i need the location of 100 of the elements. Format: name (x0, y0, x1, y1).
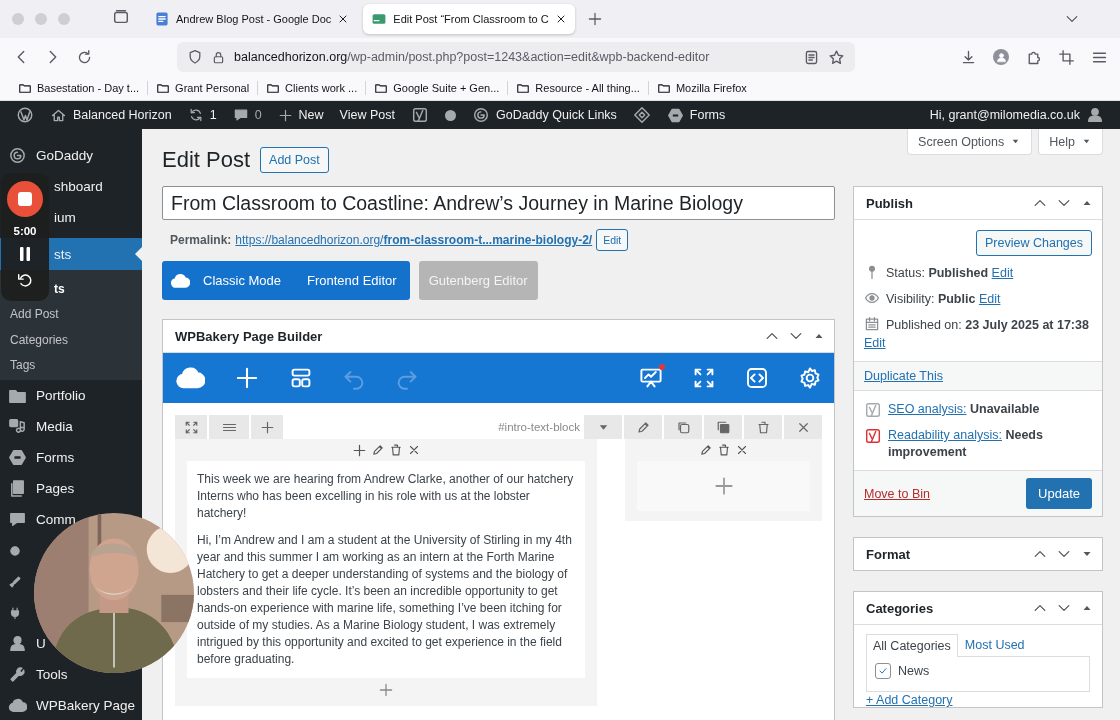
new-link[interactable]: New (298, 108, 324, 122)
address-bar[interactable]: balancedhorizon.org/wp-admin/post.php?post=1243&action=edit&wpb-backend-editor (177, 42, 855, 72)
move-to-bin-link[interactable]: Move to Bin (864, 486, 930, 501)
move-arrows-icon[interactable] (183, 419, 199, 435)
submenu-item[interactable]: Tags (10, 358, 36, 373)
wrench-icon (8, 665, 27, 684)
add-icon[interactable] (259, 419, 275, 435)
title-field[interactable]: From Classroom to Coastline: Andrew’s Journey in Marine Biology (162, 186, 835, 220)
form-icon (8, 448, 27, 467)
menu-item[interactable]: sts (54, 246, 72, 262)
submenu-item[interactable]: ts (54, 281, 65, 296)
analysis-status: Readability analysis: Needs improvement (888, 427, 1044, 461)
folder-icon (374, 81, 389, 95)
edit-permalink-button[interactable]: Edit (596, 229, 629, 251)
analysis-status: SEO analysis: Unavailable (888, 401, 1040, 418)
editor-mode-button[interactable]: Classic Mode (190, 261, 295, 300)
diamond-icon[interactable] (632, 106, 651, 124)
menu-item[interactable]: WPBakery Page (36, 698, 136, 713)
copy-icon[interactable] (715, 419, 731, 435)
menu-item[interactable]: Portfolio (36, 388, 86, 403)
menu-item[interactable]: Tools (36, 667, 68, 682)
account-link[interactable]: Hi, grant@milomedia.co.uk (929, 108, 1080, 122)
form-icon (666, 106, 684, 124)
plug-icon[interactable] (8, 605, 22, 620)
bookmark-link[interactable]: Basestation - Day t... (37, 82, 140, 94)
updates-count[interactable]: 1 (209, 108, 217, 122)
trash-icon[interactable] (388, 443, 403, 457)
stop-recording-button[interactable] (7, 181, 43, 217)
bookmark-link[interactable]: Grant Personal (175, 82, 250, 94)
yoast-icon[interactable] (410, 106, 429, 124)
edit-link[interactable]: Edit (991, 266, 1014, 280)
add-element-icon[interactable] (234, 365, 260, 391)
edit-link[interactable]: Edit (864, 336, 886, 350)
restart-icon[interactable] (16, 271, 34, 289)
quick-links-link[interactable]: GoDaddy Quick Links (495, 108, 617, 122)
category-tab[interactable]: All Categories (866, 634, 958, 657)
view-post-link[interactable]: View Post (339, 108, 395, 122)
analysis-link[interactable]: Readability analysis: (888, 428, 1002, 442)
user-icon[interactable] (1086, 106, 1104, 124)
menu-item[interactable]: Pages (36, 481, 75, 496)
bookmark-link[interactable]: Clients work ... (285, 82, 358, 94)
duplicate-link[interactable]: Duplicate This (864, 369, 943, 383)
preview-changes-button[interactable]: Preview Changes (976, 230, 1092, 256)
circle-icon[interactable] (8, 543, 22, 558)
pencil-icon[interactable] (698, 443, 713, 457)
menu-item[interactable]: GoDaddy (36, 148, 94, 163)
forms-link[interactable]: Forms (689, 108, 726, 122)
settings-icon[interactable] (798, 366, 822, 390)
tab-overview-icon[interactable] (112, 8, 130, 26)
fullscreen-icon[interactable] (692, 366, 716, 390)
menu-item[interactable]: Media (36, 419, 73, 434)
help-button[interactable]: Help (1038, 129, 1103, 155)
menu-item[interactable]: shboard (54, 179, 103, 194)
user-icon (8, 634, 27, 653)
pencil-icon[interactable] (635, 419, 651, 435)
comments-count[interactable]: 0 (254, 108, 262, 122)
checkbox[interactable] (875, 663, 891, 679)
bookmark-star-icon[interactable] (828, 48, 845, 66)
bookmark-link[interactable]: Mozilla Firefox (675, 82, 747, 94)
browser-tab[interactable]: Edit Post “From Classroom to C (363, 4, 575, 34)
add-icon[interactable] (351, 442, 367, 458)
menu-item[interactable]: ium (54, 210, 76, 225)
menu-item[interactable]: U (36, 636, 46, 651)
presentation-icon[interactable] (639, 366, 663, 390)
category-tab[interactable]: Most Used (957, 633, 1032, 656)
new-tab-icon[interactable] (586, 11, 603, 27)
folder-icon (266, 81, 281, 95)
crop-icon[interactable] (1058, 48, 1075, 66)
wordpress-logo-icon[interactable] (16, 106, 34, 124)
add-category-link[interactable]: + Add Category (866, 693, 1090, 707)
site-name-link[interactable]: Balanced Horizon (73, 108, 172, 122)
code-icon[interactable] (745, 366, 769, 390)
permalink-label: Permalink: (170, 233, 232, 247)
update-button[interactable]: Update (1026, 478, 1092, 509)
download-icon[interactable] (960, 48, 977, 66)
layout-icon[interactable] (289, 366, 313, 390)
bookmark-link[interactable]: Resource - All thing... (535, 82, 640, 94)
menu-item[interactable]: Comm (36, 512, 76, 527)
trash-icon[interactable] (755, 419, 771, 435)
bookmark-link[interactable]: Google Suite + Gen... (393, 82, 500, 94)
add-post-button[interactable]: Add Post (260, 146, 329, 173)
folder-icon (516, 81, 531, 95)
cloud-icon (8, 696, 27, 715)
submenu-item[interactable]: Add Post (10, 307, 59, 322)
menu-item[interactable]: Forms (36, 450, 75, 465)
category-label: News (898, 664, 930, 678)
brush-icon[interactable] (8, 574, 22, 589)
analysis-link[interactable]: SEO analysis: (888, 402, 967, 416)
pencil-icon[interactable] (370, 443, 385, 457)
edit-link[interactable]: Edit (978, 292, 1001, 306)
reload-icon[interactable] (76, 48, 93, 66)
copy-icon[interactable] (675, 419, 691, 435)
reader-view-icon[interactable] (803, 48, 820, 66)
submenu-item[interactable]: Categories (10, 332, 69, 347)
permalink-link[interactable]: https://balancedhorizon.org/from-classroom-t...marine-biology-2/ (235, 233, 593, 247)
trash-icon[interactable] (716, 443, 731, 457)
editor-mode-button[interactable]: Frontend Editor (294, 261, 410, 300)
screen-options-button[interactable]: Screen Options (907, 129, 1033, 155)
account-avatar[interactable] (993, 49, 1009, 65)
browser-tab[interactable]: Andrew Blog Post - Google Doc (146, 4, 358, 34)
